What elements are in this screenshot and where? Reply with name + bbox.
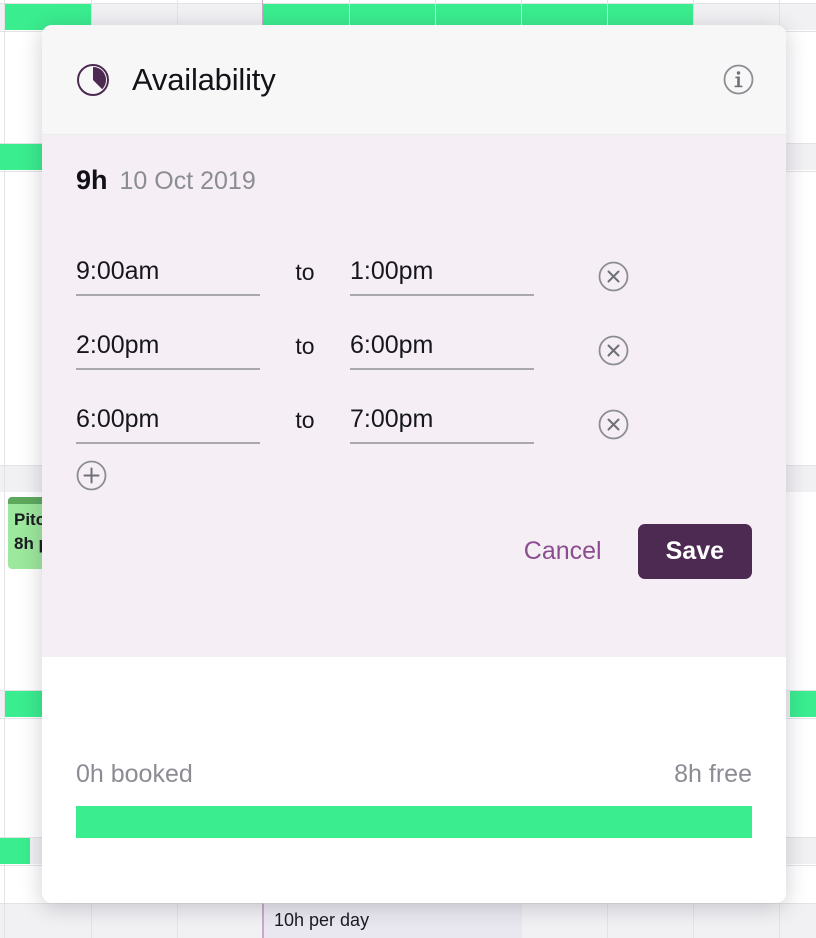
start-time-field[interactable] bbox=[76, 331, 260, 370]
start-time-field[interactable] bbox=[76, 405, 260, 444]
start-time-input[interactable] bbox=[76, 257, 260, 286]
availability-bar bbox=[0, 144, 48, 170]
availability-bar bbox=[0, 838, 30, 864]
end-time-field[interactable] bbox=[350, 331, 534, 370]
modal-footer: 0h booked 8h free bbox=[42, 657, 786, 903]
end-time-field[interactable] bbox=[350, 257, 534, 296]
start-time-input[interactable] bbox=[76, 331, 260, 360]
usage-bar-track bbox=[76, 806, 752, 838]
time-slot-row: to bbox=[76, 370, 752, 444]
date-summary: 9h 10 Oct 2019 bbox=[76, 165, 752, 196]
page-title: Availability bbox=[132, 61, 276, 97]
calendar-footer-cell-label: 10h per day bbox=[274, 910, 370, 930]
start-time-input[interactable] bbox=[76, 405, 260, 434]
close-circle-icon[interactable] bbox=[598, 409, 629, 440]
time-slot-row: to bbox=[76, 222, 752, 296]
plus-circle-icon[interactable] bbox=[76, 460, 107, 495]
add-slot-row bbox=[76, 460, 752, 496]
modal-body: 9h 10 Oct 2019 to to bbox=[42, 135, 786, 657]
usage-bar-free-segment bbox=[76, 806, 752, 838]
end-time-input[interactable] bbox=[350, 257, 534, 286]
close-circle-icon[interactable] bbox=[598, 261, 629, 292]
calendar-footer-cell[interactable]: 10h per day bbox=[262, 904, 522, 938]
to-label: to bbox=[295, 333, 315, 359]
to-label: to bbox=[295, 259, 315, 285]
modal-actions: Cancel Save bbox=[76, 524, 752, 579]
to-label: to bbox=[295, 407, 315, 433]
total-hours-value: 9h bbox=[76, 165, 108, 195]
modal-header: Availability bbox=[42, 25, 786, 135]
close-circle-icon[interactable] bbox=[598, 335, 629, 366]
pie-chart-icon bbox=[76, 63, 110, 97]
free-hours-label: 8h free bbox=[674, 760, 752, 788]
end-time-input[interactable] bbox=[350, 405, 534, 434]
end-time-input[interactable] bbox=[350, 331, 534, 360]
date-label: 10 Oct 2019 bbox=[119, 167, 256, 195]
save-button[interactable]: Save bbox=[637, 524, 752, 579]
time-slot-row: to bbox=[76, 296, 752, 370]
calendar-column-line bbox=[4, 0, 5, 938]
cancel-button[interactable]: Cancel bbox=[510, 529, 616, 574]
info-circle-icon[interactable] bbox=[723, 64, 754, 95]
start-time-field[interactable] bbox=[76, 257, 260, 296]
end-time-field[interactable] bbox=[350, 405, 534, 444]
availability-modal: Availability 9h 10 Oct 2019 to bbox=[42, 25, 786, 903]
booked-hours-label: 0h booked bbox=[76, 760, 193, 788]
usage-labels: 0h booked 8h free bbox=[76, 760, 752, 789]
availability-bar bbox=[790, 691, 816, 717]
